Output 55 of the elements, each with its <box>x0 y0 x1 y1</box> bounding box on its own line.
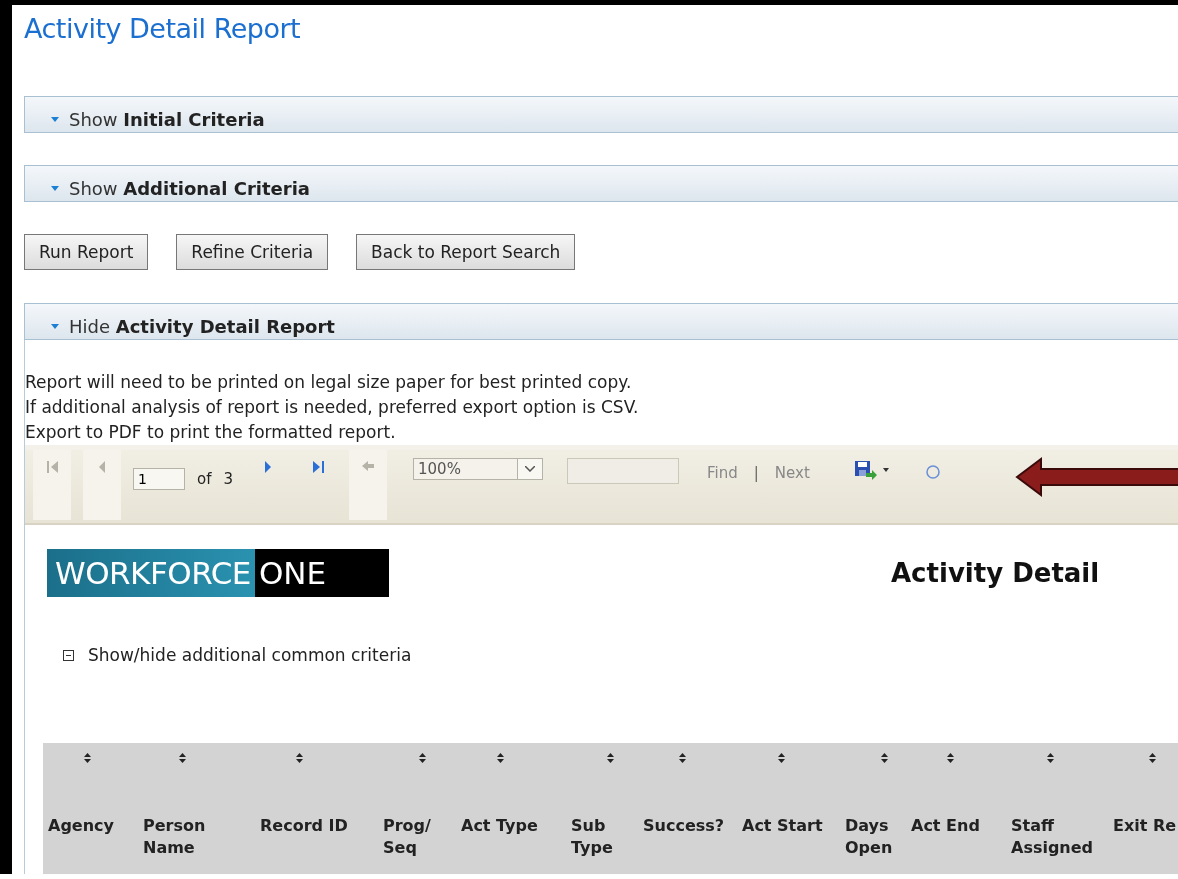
sort-icon[interactable] <box>607 753 614 763</box>
sort-icon[interactable] <box>179 753 186 763</box>
next-page-icon[interactable] <box>262 461 274 473</box>
sort-icon[interactable] <box>679 753 686 763</box>
sort-icon[interactable] <box>84 753 91 763</box>
page-title: Activity Detail Report <box>24 13 302 46</box>
caret-icon <box>51 186 59 191</box>
logo: WORKFORCE ONE <box>47 549 389 597</box>
find-field[interactable] <box>567 458 679 484</box>
column-header[interactable]: Success? <box>643 815 742 837</box>
sort-icon[interactable] <box>778 753 785 763</box>
section-header[interactable]: Show Initial Criteria <box>24 96 1178 133</box>
column-header[interactable]: Act Start <box>742 815 845 837</box>
page-count: 3 <box>223 470 233 488</box>
section-label: Show Initial Criteria <box>69 109 265 130</box>
column-header[interactable]: Act Type <box>461 815 571 837</box>
section-label: Hide Activity Detail Report <box>69 316 335 337</box>
action-button[interactable]: Run Report <box>24 234 149 270</box>
note-text: Report will need to be printed on legal size paper for best printed copy. <box>25 371 633 394</box>
section-header[interactable]: Hide Activity Detail Report <box>24 303 1178 340</box>
column-header[interactable]: Agency <box>48 815 143 837</box>
sort-icon[interactable] <box>947 753 954 763</box>
page-number-field[interactable]: 1 <box>133 468 185 490</box>
column-header[interactable]: Record ID <box>260 815 383 837</box>
separator-text: | <box>753 464 759 482</box>
sort-icon[interactable] <box>419 753 426 763</box>
zoom-select[interactable]: 100% <box>413 458 543 480</box>
sort-icon[interactable] <box>1047 753 1054 763</box>
dropdown-caret-icon[interactable] <box>882 468 889 472</box>
collapse-icon[interactable] <box>63 649 74 661</box>
of-label: of <box>197 470 212 488</box>
sort-icon[interactable] <box>497 753 504 763</box>
last-page-icon[interactable] <box>312 461 324 473</box>
column-header[interactable]: Exit Re <box>1113 815 1178 837</box>
caret-icon <box>51 117 59 122</box>
column-header[interactable]: Sub Type <box>571 815 643 859</box>
toggle-label[interactable]: Show/hide additional common criteria <box>88 645 412 665</box>
column-header[interactable]: Prog/ Seq <box>383 815 461 859</box>
section-label: Show Additional Criteria <box>69 178 310 199</box>
refresh-icon[interactable] <box>924 464 941 480</box>
section-header[interactable]: Show Additional Criteria <box>24 165 1178 202</box>
report-title: Activity Detail <box>891 558 1100 588</box>
column-header[interactable]: Days Open <box>845 815 911 859</box>
column-header[interactable]: Staff Assigned <box>1011 815 1113 859</box>
note-text: If additional analysis of report is needed, preferred export option is CSV. <box>25 396 640 419</box>
column-header[interactable]: Person Name <box>143 815 260 859</box>
sort-icon[interactable] <box>296 753 303 763</box>
sort-icon[interactable] <box>881 753 888 763</box>
save-export-icon[interactable] <box>853 460 880 480</box>
column-header[interactable]: Act End <box>911 815 1011 837</box>
note-text: Export to PDF to print the formatted report. <box>25 421 397 444</box>
action-button[interactable]: Back to Report Search <box>356 234 576 270</box>
action-button[interactable]: Refine Criteria <box>176 234 329 270</box>
sort-icon[interactable] <box>1149 753 1156 763</box>
caret-icon <box>51 324 59 329</box>
